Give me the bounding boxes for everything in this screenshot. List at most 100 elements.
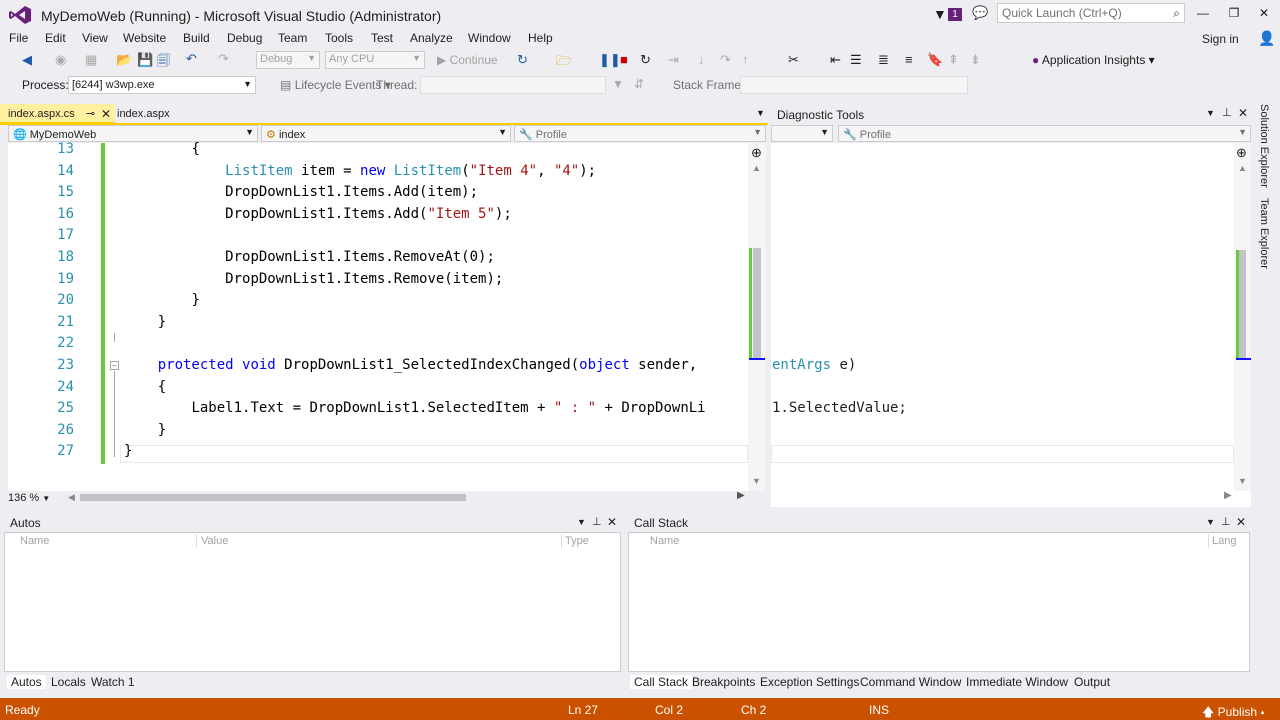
split-threads-icon[interactable]: ⇵ bbox=[634, 77, 644, 91]
panel-menu-icon[interactable]: ▼ bbox=[1206, 108, 1215, 118]
split-editor-icon[interactable]: ⊕ bbox=[1236, 145, 1247, 161]
scroll-left-icon[interactable]: ◀ bbox=[68, 492, 75, 503]
collapse-toggle[interactable]: − bbox=[110, 361, 119, 370]
column-divider[interactable] bbox=[196, 534, 197, 548]
column-header-lang[interactable]: Lang bbox=[1212, 535, 1236, 547]
account-icon[interactable]: 👤 bbox=[1258, 30, 1275, 47]
process-dropdown[interactable]: [6244] w3wp.exe ▼ bbox=[68, 76, 256, 94]
tab-call-stack[interactable]: Call Stack bbox=[630, 675, 693, 689]
new-project-icon[interactable]: ▦ bbox=[85, 52, 97, 68]
tab-index-aspx[interactable]: index.aspx bbox=[117, 104, 207, 124]
redo-icon[interactable]: ↷ bbox=[218, 51, 229, 67]
code-line[interactable]: DropDownList1.Items.Add("Item 5"); bbox=[124, 206, 512, 222]
save-all-icon[interactable]: 🗐 bbox=[157, 52, 170, 74]
menu-help[interactable]: Help bbox=[528, 31, 553, 45]
code-line[interactable]: ListItem item = new ListItem("Item 4", "… bbox=[124, 163, 596, 179]
scroll-up-icon[interactable]: ▲ bbox=[1238, 163, 1247, 173]
minimize-button[interactable]: — bbox=[1193, 6, 1213, 22]
panel-menu-icon[interactable]: ▼ bbox=[577, 517, 586, 527]
find-in-files-icon[interactable]: 🗁 bbox=[556, 52, 572, 74]
code-line[interactable]: DropDownList1.Items.RemoveAt(0); bbox=[124, 249, 495, 265]
column-header-name[interactable]: Name bbox=[650, 535, 679, 547]
menu-test[interactable]: Test bbox=[371, 31, 393, 45]
close-icon[interactable]: ✕ bbox=[607, 515, 617, 529]
code-line[interactable]: } bbox=[124, 422, 166, 438]
panel-menu-icon[interactable]: ▼ bbox=[1206, 517, 1215, 527]
menu-analyze[interactable]: Analyze bbox=[410, 31, 453, 45]
tab-immediate-window[interactable]: Immediate Window bbox=[966, 675, 1068, 689]
thread-dropdown[interactable] bbox=[420, 76, 606, 94]
notification-badge[interactable]: 1 bbox=[948, 8, 962, 21]
member-dropdown[interactable]: 🔧 Profile ▼ bbox=[514, 125, 766, 142]
stop-debugging-icon[interactable]: ■ bbox=[620, 52, 628, 67]
scroll-up-icon[interactable]: ▲ bbox=[752, 163, 761, 173]
show-next-statement-icon[interactable]: ⇥ bbox=[668, 52, 679, 68]
tab-autos[interactable]: Autos bbox=[7, 675, 46, 689]
code-line[interactable]: } bbox=[124, 443, 132, 459]
refresh-icon[interactable]: ↻ bbox=[517, 52, 528, 68]
diag-member-dropdown[interactable]: 🔧 Profile ▼ bbox=[838, 125, 1251, 142]
menu-build[interactable]: Build bbox=[183, 31, 210, 45]
diag-left-dropdown[interactable]: ▼ bbox=[771, 125, 833, 142]
column-header-type[interactable]: Type bbox=[565, 535, 589, 547]
code-line[interactable]: DropDownList1.Items.Remove(item); bbox=[124, 271, 503, 287]
split-editor-icon[interactable]: ⊕ bbox=[751, 145, 762, 161]
scroll-down-icon[interactable]: ▼ bbox=[752, 476, 761, 486]
scroll-right-icon[interactable]: ▶ bbox=[737, 490, 745, 501]
menu-view[interactable]: View bbox=[82, 31, 108, 45]
tab-exception-settings[interactable]: Exception Settings bbox=[760, 675, 859, 689]
class-dropdown[interactable]: ⚙ index ▼ bbox=[261, 125, 511, 142]
scroll-down-icon[interactable]: ▼ bbox=[1238, 476, 1247, 486]
step-into-icon[interactable]: ↓ bbox=[698, 52, 705, 67]
save-icon[interactable]: 💾 bbox=[137, 52, 153, 68]
column-header-value[interactable]: Value bbox=[201, 535, 228, 547]
toggle-outlining-icon[interactable]: ⇤ bbox=[830, 52, 841, 68]
publish-button[interactable]: 🡅 Publish ▴ bbox=[1202, 703, 1265, 720]
code-line[interactable]: } bbox=[124, 314, 166, 330]
scroll-right-icon[interactable]: ▶ bbox=[1224, 490, 1232, 501]
flag-thread-icon[interactable]: ▼ bbox=[612, 77, 624, 91]
application-insights-button[interactable]: ● Application Insights ▾ bbox=[1032, 53, 1155, 67]
menu-tools[interactable]: Tools bbox=[325, 31, 353, 45]
menu-edit[interactable]: Edit bbox=[45, 31, 66, 45]
menu-website[interactable]: Website bbox=[123, 31, 166, 45]
column-divider[interactable] bbox=[561, 534, 562, 548]
tab-index-aspx-cs[interactable]: index.aspx.cs ⊸ ✕ bbox=[0, 104, 115, 124]
tab-command-window[interactable]: Command Window bbox=[860, 675, 961, 689]
menu-file[interactable]: File bbox=[9, 31, 28, 45]
hex-display-icon[interactable]: ✂ bbox=[788, 52, 799, 68]
code-line[interactable]: { bbox=[124, 141, 199, 157]
tab-breakpoints[interactable]: Breakpoints bbox=[692, 675, 755, 689]
step-over-icon[interactable]: ↷ bbox=[720, 52, 731, 68]
code-line[interactable]: } bbox=[124, 292, 199, 308]
tab-overflow-icon[interactable]: ▼ bbox=[756, 108, 765, 118]
tab-locals[interactable]: Locals bbox=[51, 675, 86, 689]
scrollbar-thumb[interactable] bbox=[1238, 250, 1246, 360]
column-divider[interactable] bbox=[1208, 534, 1209, 548]
scrollbar-thumb[interactable] bbox=[753, 248, 761, 358]
filter-icon[interactable]: ▼ bbox=[933, 6, 947, 22]
solution-configuration-dropdown[interactable]: Debug ▼ bbox=[256, 51, 320, 69]
forward-icon[interactable]: ◉ bbox=[55, 52, 66, 68]
undo-icon[interactable]: ↶ bbox=[186, 51, 197, 67]
back-icon[interactable]: ◀ bbox=[22, 52, 32, 68]
code-line[interactable]: { bbox=[124, 379, 166, 395]
side-tab-solution-explorer[interactable]: Solution Explorer bbox=[1258, 104, 1270, 188]
next-bookmark-icon[interactable]: ⇟ bbox=[970, 52, 981, 68]
pin-icon[interactable]: ⊸ bbox=[86, 107, 95, 120]
step-out-icon[interactable]: ↑ bbox=[742, 52, 749, 67]
menu-debug[interactable]: Debug bbox=[227, 31, 262, 45]
close-window-button[interactable]: ✕ bbox=[1254, 6, 1274, 22]
lifecycle-events-button[interactable]: ▤ Lifecycle Events ▾ bbox=[280, 78, 391, 92]
bookmark-icon[interactable]: 🔖 bbox=[927, 52, 943, 68]
horizontal-scrollbar-thumb[interactable] bbox=[80, 494, 466, 501]
project-dropdown[interactable]: 🌐 MyDemoWeb ▼ bbox=[8, 125, 258, 142]
code-line[interactable]: protected void DropDownList1_SelectedInd… bbox=[124, 357, 706, 373]
open-file-icon[interactable]: 📂 bbox=[116, 52, 132, 68]
sign-in-link[interactable]: Sign in bbox=[1202, 32, 1239, 46]
zoom-dropdown[interactable]: 136 % ▼ bbox=[8, 491, 64, 507]
close-icon[interactable]: ✕ bbox=[101, 107, 111, 121]
feedback-icon[interactable]: 💬 bbox=[972, 5, 988, 21]
pin-icon[interactable]: ⊥ bbox=[1222, 106, 1232, 119]
restart-icon[interactable]: ↻ bbox=[640, 52, 651, 68]
